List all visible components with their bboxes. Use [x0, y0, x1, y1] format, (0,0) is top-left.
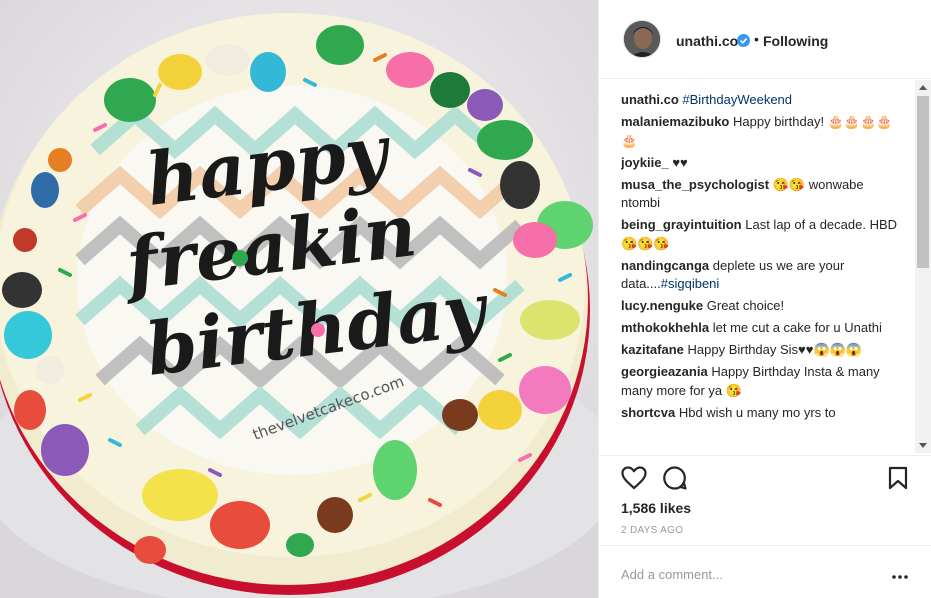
comment-item: kazitafane Happy Birthday Sis♥♥😱😱😱	[621, 341, 899, 360]
comment-username[interactable]: musa_the_psychologist	[621, 177, 769, 192]
comment-item: malaniemazibuko Happy birthday! 🎂🎂🎂🎂🎂	[621, 113, 899, 150]
verified-badge-icon	[737, 34, 750, 47]
comment-item: shortcva Hbd wish u many mo yrs to	[621, 404, 899, 423]
add-comment-input[interactable]	[621, 564, 871, 584]
comment-username[interactable]: malaniemazibuko	[621, 114, 729, 129]
comment-username[interactable]: nandingcanga	[621, 258, 709, 273]
comment-username[interactable]: kazitafane	[621, 342, 684, 357]
comment-item: georgieazania Happy Birthday Insta & man…	[621, 363, 899, 400]
comment-icon[interactable]	[662, 465, 688, 494]
scroll-down-arrow-icon[interactable]	[915, 437, 931, 453]
comment-username[interactable]: being_grayintuition	[621, 217, 742, 232]
post-sidebar: unathi.co • Following unathi.co #Birthda…	[598, 0, 931, 598]
caption: unathi.co #BirthdayWeekend	[621, 91, 899, 110]
post-actions: 1,586 likes 2 DAYS AGO	[599, 455, 931, 545]
comment-text: Happy Birthday Sis♥♥😱😱😱	[687, 342, 863, 357]
scroll-up-arrow-icon[interactable]	[915, 80, 931, 96]
comment-username[interactable]: shortcva	[621, 405, 675, 420]
comments-list: unathi.co #BirthdayWeekend malaniemazibu…	[621, 91, 899, 453]
post-timestamp[interactable]: 2 DAYS AGO	[621, 525, 683, 536]
comment-username[interactable]: mthokokhehla	[621, 320, 709, 335]
cake-image: happy freakin birthday thevelvetcakeco.c…	[0, 0, 598, 598]
comments-scrollbar[interactable]	[915, 80, 931, 453]
comment-text: let me cut a cake for u Unathi	[712, 320, 882, 335]
comment-item: lucy.nenguke Great choice!	[621, 297, 899, 316]
comment-username[interactable]: lucy.nenguke	[621, 298, 703, 313]
comment-item: mthokokhehla let me cut a cake for u Una…	[621, 319, 899, 338]
like-count[interactable]: 1,586 likes	[621, 500, 691, 516]
comment-username[interactable]: joykiie_	[621, 155, 669, 170]
add-comment-section	[599, 545, 931, 598]
following-button[interactable]: Following	[763, 33, 828, 49]
post-photo[interactable]: happy freakin birthday thevelvetcakeco.c…	[0, 0, 598, 598]
post-header: unathi.co • Following	[599, 0, 931, 79]
comment-hashtag[interactable]: #sigqibeni	[661, 276, 720, 291]
caption-username[interactable]: unathi.co	[621, 92, 679, 107]
comment-item: nandingcanga deplete us we are your data…	[621, 257, 899, 294]
avatar[interactable]	[623, 20, 661, 58]
comment-text: Great choice!	[706, 298, 785, 313]
comment-text: ♥♥	[672, 154, 688, 170]
bookmark-icon[interactable]	[888, 466, 908, 493]
more-options-icon[interactable]	[892, 568, 908, 583]
comment-text: Hbd wish u many mo yrs to	[678, 404, 836, 420]
comment-item: musa_the_psychologist 😘😘 wonwabe ntombi	[621, 176, 899, 213]
comment-username[interactable]: georgieazania	[621, 364, 708, 379]
header-separator: •	[754, 31, 759, 47]
caption-hashtag[interactable]: #BirthdayWeekend	[682, 92, 792, 107]
heart-icon[interactable]	[621, 466, 647, 493]
comment-item: joykiie_ ♥♥	[621, 154, 899, 173]
comment-item: being_grayintuition Last lap of a decade…	[621, 216, 899, 253]
header-username[interactable]: unathi.co	[676, 33, 738, 49]
scrollbar-thumb[interactable]	[917, 96, 929, 268]
